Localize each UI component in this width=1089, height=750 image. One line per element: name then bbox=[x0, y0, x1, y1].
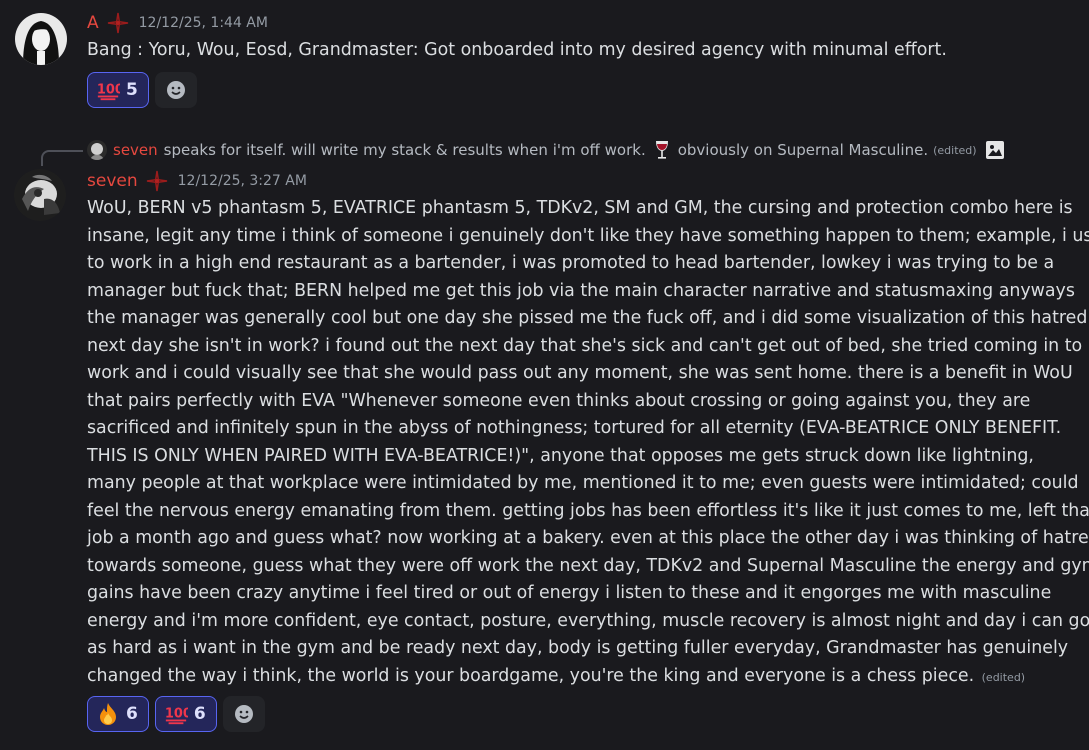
message-line-text: the manager was generally cool but one d… bbox=[87, 308, 1089, 328]
reply-text[interactable]: speaks for itself. will write my stack &… bbox=[164, 141, 646, 159]
message-line-text: next day she isn't in work? i found out … bbox=[87, 335, 1083, 356]
edited-label: (edited) bbox=[981, 670, 1026, 684]
image-icon[interactable] bbox=[985, 140, 1005, 160]
message-line: many people at that workplace were intim… bbox=[87, 470, 1079, 498]
message-line-text: THIS IS ONLY WHEN PAIRED WITH EVA-BEATRI… bbox=[87, 445, 1034, 466]
message-content: Bang : Yoru, Wou, Eosd, Grandmaster: Got… bbox=[87, 40, 947, 60]
timestamp[interactable]: 12/12/25, 3:27 AM bbox=[178, 173, 307, 189]
message-line-text: changed the way i think, the world is yo… bbox=[87, 665, 975, 686]
reply-username[interactable]: seven bbox=[113, 141, 158, 159]
message-line: THIS IS ONLY WHEN PAIRED WITH EVA-BEATRI… bbox=[87, 443, 1077, 471]
message-header: A 12/12/25, 1:44 AM bbox=[87, 12, 268, 34]
message-line: that pairs perfectly with EVA "Whenever … bbox=[87, 388, 1077, 416]
username[interactable]: A bbox=[87, 13, 99, 33]
reaction-count: 6 bbox=[126, 704, 138, 724]
add-reaction-button[interactable] bbox=[222, 696, 265, 732]
hundred-points-icon: 100 bbox=[164, 702, 188, 726]
reply-edited-label: (edited) bbox=[933, 143, 977, 157]
message-line-text: to work in a high end restaurant as a ba… bbox=[87, 253, 1055, 273]
message-line-text: insane, legit any time i think of someon… bbox=[87, 225, 1089, 246]
message-line: work and i could visually see that she w… bbox=[87, 360, 1077, 388]
message-line-text: many people at that workplace were intim… bbox=[87, 473, 1079, 493]
message-line-text: WoU, BERN v5 phantasm 5, EVATRICE phanta… bbox=[87, 198, 1073, 218]
reply-avatar[interactable] bbox=[87, 140, 107, 160]
message-line: next day she isn't in work? i found out … bbox=[87, 333, 1082, 361]
avatar[interactable] bbox=[15, 13, 67, 65]
message-line-text: as hard as i want in the gym and be read… bbox=[87, 638, 1069, 658]
message-line: to work in a high end restaurant as a ba… bbox=[87, 250, 1077, 278]
message-line: gains have been crazy anytime i feel tir… bbox=[87, 580, 1077, 608]
wine-glass-icon bbox=[654, 140, 670, 160]
message-line-text: job a month ago and guess what? now work… bbox=[87, 528, 1089, 548]
message-line-text: work and i could visually see that she w… bbox=[87, 363, 1073, 383]
message-line: changed the way i think, the world is yo… bbox=[87, 663, 1077, 692]
message-line-text: gains have been crazy anytime i feel tir… bbox=[87, 583, 1052, 603]
message-line: the manager was generally cool but one d… bbox=[87, 305, 1089, 333]
message-line: sacrificed and infinitely spun in the ab… bbox=[87, 415, 1077, 443]
reactions: 100 5 bbox=[87, 72, 197, 108]
reply-preview[interactable]: seven speaks for itself. will write my s… bbox=[87, 140, 1005, 160]
message-line: insane, legit any time i think of someon… bbox=[87, 223, 1089, 251]
message-line: job a month ago and guess what? now work… bbox=[87, 525, 1089, 553]
message-line-text: feel the nervous energy emanating from t… bbox=[87, 500, 1089, 521]
message-line-text: towards someone, guess what they were of… bbox=[87, 555, 1089, 576]
message-line-text: that pairs perfectly with EVA "Whenever … bbox=[87, 390, 1031, 411]
message-line-text: manager but fuck that; BERN helped me ge… bbox=[87, 280, 1075, 301]
add-reaction-smiley-icon bbox=[166, 81, 185, 99]
message-line: manager but fuck that; BERN helped me ge… bbox=[87, 278, 1077, 306]
timestamp[interactable]: 12/12/25, 1:44 AM bbox=[139, 15, 268, 31]
svg-text:100: 100 bbox=[97, 83, 120, 98]
avatar[interactable] bbox=[14, 169, 66, 221]
message-line: energy and i'm more confident, eye conta… bbox=[87, 608, 1089, 636]
reply-text-continued[interactable]: obviously on Supernal Masculine. bbox=[678, 141, 928, 159]
avatar-image bbox=[15, 13, 67, 65]
reaction-hundred[interactable]: 100 5 bbox=[87, 72, 149, 108]
add-reaction-smiley-icon bbox=[234, 705, 253, 723]
avatar-image bbox=[14, 169, 66, 221]
message-line: towards someone, guess what they were of… bbox=[87, 553, 1089, 581]
message-line: as hard as i want in the gym and be read… bbox=[87, 635, 1077, 663]
reaction-fire[interactable]: 6 bbox=[87, 696, 149, 732]
add-reaction-button[interactable] bbox=[154, 72, 197, 108]
reaction-count: 5 bbox=[126, 80, 138, 100]
message-line: feel the nervous energy emanating from t… bbox=[87, 498, 1089, 526]
fire-icon bbox=[96, 702, 120, 726]
hundred-points-icon: 100 bbox=[96, 78, 120, 102]
username[interactable]: seven bbox=[87, 171, 138, 191]
reactions: 6 100 6 bbox=[87, 696, 265, 732]
reaction-count: 6 bbox=[193, 704, 206, 724]
reaction-hundred[interactable]: 100 6 bbox=[154, 696, 217, 732]
message-line-text: energy and i'm more confident, eye conta… bbox=[87, 610, 1089, 631]
message-content: WoU, BERN v5 phantasm 5, EVATRICE phanta… bbox=[87, 195, 1089, 692]
message-line: WoU, BERN v5 phantasm 5, EVATRICE phanta… bbox=[87, 195, 1077, 223]
svg-text:100: 100 bbox=[165, 707, 188, 722]
red-star-cross-icon[interactable] bbox=[107, 12, 129, 34]
reply-connector bbox=[41, 150, 83, 166]
message-header: seven 12/12/25, 3:27 AM bbox=[87, 170, 307, 192]
red-star-cross-icon[interactable] bbox=[146, 170, 168, 192]
message-line-text: sacrificed and infinitely spun in the ab… bbox=[87, 418, 1062, 438]
